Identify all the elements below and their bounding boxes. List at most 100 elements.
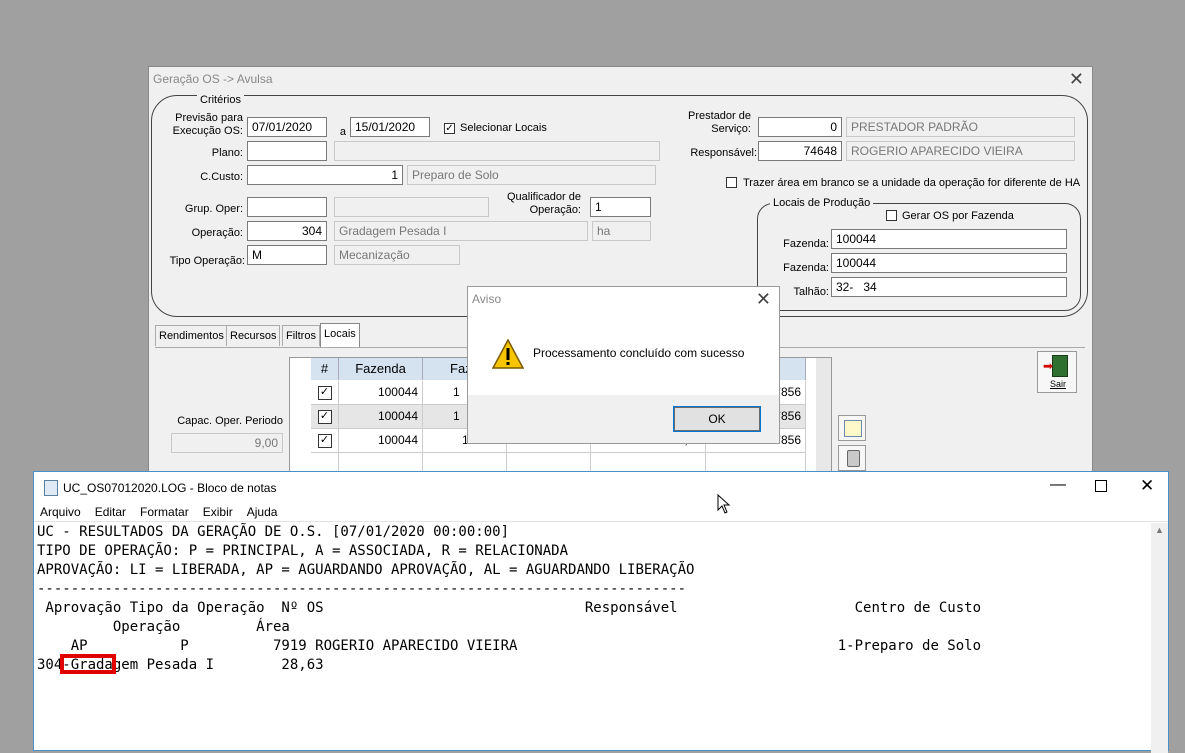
window-title: Geração OS -> Avulsa (153, 72, 273, 86)
date-to-input[interactable]: 15/01/2020 (350, 117, 430, 137)
operacao-unit: ha (592, 221, 651, 241)
row-fazenda: 100044 (339, 405, 423, 429)
notepad-title: UC_OS07012020.LOG - Bloco de notas (63, 481, 277, 495)
prestador-input[interactable]: 0 (758, 117, 842, 137)
close-icon[interactable]: ✕ (756, 290, 771, 308)
sair-label: Sair (1050, 379, 1067, 389)
responsavel-label: Responsável: (690, 147, 757, 159)
operacao-label: Operação: (191, 227, 243, 239)
selecionar-locais-checkbox[interactable]: ✓ (444, 123, 455, 134)
log-line: TIPO DE OPERAÇÃO: P = PRINCIPAL, A = ASS… (37, 543, 569, 559)
menu-formatar[interactable]: Formatar (140, 505, 189, 519)
grid-scrollbar[interactable] (816, 358, 831, 486)
row-fazenda: 100044 (339, 381, 423, 405)
grup-oper-desc (334, 197, 489, 217)
a-label: a (339, 126, 346, 138)
mouse-cursor-icon (717, 494, 731, 514)
plano-desc (334, 141, 660, 161)
operacao-desc: Gradagem Pesada I (334, 221, 588, 241)
menu-arquivo[interactable]: Arquivo (40, 505, 81, 519)
tab-locais[interactable]: Locais (320, 323, 360, 347)
ccusto-label: C.Custo: (200, 171, 243, 183)
grid-header-fazenda[interactable]: Fazenda (339, 358, 423, 380)
ap-highlight-box (60, 654, 116, 674)
notepad-menu-divider (34, 521, 1168, 522)
trazer-area-checkbox[interactable] (726, 177, 737, 188)
fazenda2-input[interactable]: 100044 (831, 253, 1067, 273)
row-checkbox[interactable]: ✓ (311, 381, 339, 405)
row-fazenda: 100044 (339, 429, 423, 453)
previsao-label: Previsão para Execução OS: (172, 112, 243, 137)
exit-arrow-icon: ➡ (1043, 359, 1054, 373)
dialog-title: Aviso (472, 292, 502, 306)
tab-filtros[interactable]: Filtros (282, 325, 320, 346)
criterios-legend: Critérios (197, 94, 244, 106)
grup-oper-input[interactable] (247, 197, 327, 217)
tab-recursos[interactable]: Recursos (226, 325, 281, 346)
fazenda1-label: Fazenda: (783, 238, 829, 250)
warning-icon (492, 339, 524, 369)
gerar-os-label: Gerar OS por Fazenda (902, 210, 1014, 222)
grid-header-hash[interactable]: # (311, 358, 339, 380)
qualificador-input[interactable]: 1 (590, 197, 651, 217)
row-checkbox[interactable]: ✓ (311, 405, 339, 429)
gerar-os-checkbox[interactable] (886, 210, 897, 221)
maximize-icon[interactable] (1095, 480, 1107, 492)
delete-button[interactable] (838, 445, 866, 471)
locais-producao-legend: Locais de Produção (770, 197, 874, 209)
fazenda1-input[interactable]: 100044 (831, 229, 1067, 249)
qualificador-label: Qualificador de Operação: (507, 191, 581, 216)
talhao-input[interactable]: 32- 34 (831, 277, 1067, 297)
notepad-scrollbar[interactable]: ▲ (1151, 523, 1168, 753)
fazenda2-label: Fazenda: (783, 262, 829, 274)
ok-button[interactable]: OK (673, 406, 761, 432)
dialog-titlebar[interactable]: Aviso ✕ (468, 287, 779, 311)
log-line: APROVAÇÃO: LI = LIBERADA, AP = AGUARDAND… (37, 562, 695, 578)
log-line: Operação Área (37, 619, 290, 635)
prestador-label: Prestador de Serviço: (688, 110, 751, 135)
notepad-window: UC_OS07012020.LOG - Bloco de notas — ✕ A… (33, 471, 1169, 753)
tipo-operacao-label: Tipo Operação: (169, 255, 245, 267)
operacao-input[interactable]: 304 (247, 221, 327, 241)
ccusto-desc: Preparo de Solo (407, 165, 656, 185)
log-line: UC - RESULTADOS DA GERAÇÃO DE O.S. [07/0… (37, 524, 510, 540)
new-button[interactable] (838, 415, 866, 441)
menu-editar[interactable]: Editar (95, 505, 126, 519)
selecionar-locais-label: Selecionar Locais (460, 122, 547, 134)
scroll-up-icon[interactable]: ▲ (1155, 525, 1164, 535)
exit-door-icon (1052, 355, 1068, 377)
log-line: ----------------------------------------… (37, 581, 687, 597)
notepad-textarea[interactable]: UC - RESULTADOS DA GERAÇÃO DE O.S. [07/0… (37, 523, 1149, 753)
trazer-area-label: Trazer área em branco se a unidade da op… (743, 177, 1081, 189)
close-icon[interactable]: ✕ (1140, 476, 1154, 496)
capac-label: Capac. Oper. Periodo (177, 415, 283, 427)
tipo-operacao-input[interactable]: M (247, 245, 327, 265)
aviso-dialog: Aviso ✕ Processamento concluído com suce… (467, 286, 780, 444)
grup-oper-label: Grup. Oper: (184, 203, 243, 215)
responsavel-input[interactable]: 74648 (758, 141, 842, 161)
dialog-message: Processamento concluído com sucesso (533, 346, 745, 360)
log-line: Aprovação Tipo da Operação Nº OS Respons… (37, 600, 982, 616)
ccusto-input[interactable]: 1 (247, 165, 403, 185)
trash-icon (847, 450, 860, 467)
notepad-menu: Arquivo Editar Formatar Exibir Ajuda (40, 505, 291, 519)
row-checkbox[interactable]: ✓ (311, 429, 339, 453)
sair-button[interactable]: ➡ Sair (1037, 351, 1077, 393)
tab-rendimentos[interactable]: Rendimentos (155, 325, 228, 346)
log-line: 304-Gradagem Pesada I 28,63 (37, 657, 324, 673)
menu-ajuda[interactable]: Ajuda (247, 505, 278, 519)
responsavel-desc: ROGERIO APARECIDO VIEIRA (846, 141, 1075, 161)
menu-exibir[interactable]: Exibir (203, 505, 233, 519)
new-document-icon (844, 420, 862, 437)
tipo-operacao-desc: Mecanização (334, 245, 460, 265)
window-titlebar[interactable]: Geração OS -> Avulsa ✕ (149, 67, 1092, 91)
capac-input: 9,00 (171, 433, 283, 453)
close-icon[interactable]: ✕ (1069, 70, 1084, 88)
plano-label: Plano: (211, 147, 243, 159)
plano-input[interactable] (247, 141, 327, 161)
notepad-titlebar[interactable]: UC_OS07012020.LOG - Bloco de notas — ✕ (34, 472, 1168, 502)
notepad-icon (44, 480, 58, 496)
minimize-icon[interactable]: — (1050, 476, 1066, 494)
date-from-input[interactable]: 07/01/2020 (247, 117, 327, 137)
prestador-desc: PRESTADOR PADRÃO (846, 117, 1075, 137)
